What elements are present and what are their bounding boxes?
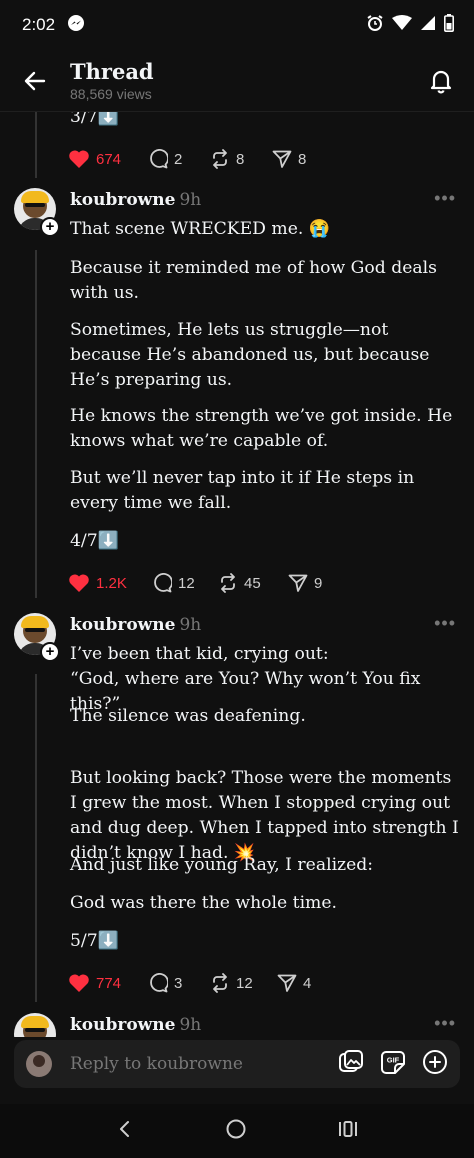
follow-plus-icon[interactable]: + — [40, 642, 60, 662]
repost-button[interactable]: 12 — [210, 973, 277, 993]
post-time: 9h — [179, 1015, 202, 1035]
wifi-icon — [392, 14, 412, 36]
plus-circle-icon — [423, 1050, 447, 1074]
reply-count: 12 — [178, 574, 195, 592]
send-icon — [272, 150, 292, 168]
repost-icon — [221, 573, 235, 593]
reply-count: 3 — [174, 974, 183, 992]
nav-back-button[interactable] — [115, 1119, 135, 1143]
like-button[interactable]: 774 — [68, 973, 148, 993]
share-count: 8 — [298, 150, 307, 168]
heart-icon — [69, 574, 89, 592]
post-paragraph: But looking back? Those were the moments… — [70, 768, 459, 863]
comment-icon — [150, 149, 168, 169]
post-username[interactable]: koubrowne — [70, 1015, 175, 1035]
share-button[interactable]: 9 — [288, 573, 322, 593]
thread-header: Thread 88,569 views — [0, 50, 474, 112]
like-button[interactable]: 674 — [68, 149, 148, 169]
nav-home-button[interactable] — [225, 1118, 247, 1144]
repost-button[interactable]: 8 — [210, 149, 272, 169]
notifications-button[interactable] — [408, 50, 474, 112]
post-username[interactable]: koubrowne — [70, 190, 175, 210]
post-username[interactable]: koubrowne — [70, 615, 175, 635]
thread-post-partial: 3/7⬇️ 674 2 8 8 — [0, 112, 474, 192]
repost-button[interactable]: 45 — [218, 573, 288, 593]
repost-icon — [213, 973, 227, 993]
post-paragraph: He knows the strength we’ve got inside. … — [70, 406, 453, 451]
thread-post: + koubrowne 9h ••• I’ve been that kid, cr… — [0, 613, 474, 1013]
send-icon — [277, 974, 297, 992]
gif-icon: GIF — [381, 1051, 405, 1074]
thread-post: + koubrowne 9h ••• That scene WRECKED me.… — [0, 188, 474, 608]
send-icon — [288, 574, 308, 592]
comment-icon — [150, 973, 168, 993]
follow-plus-icon[interactable]: + — [40, 217, 60, 237]
view-count: 88,569 views — [70, 86, 152, 102]
post-paragraph: And just like young Ray, I realized: — [70, 855, 374, 875]
avatar[interactable] — [14, 1013, 56, 1037]
reply-button[interactable]: 2 — [148, 149, 210, 169]
home-circle-icon — [226, 1119, 246, 1139]
thread-feed[interactable]: 3/7⬇️ 674 2 8 8 + koubrowne 9h ••• That … — [0, 112, 474, 1037]
more-options-icon[interactable]: ••• — [434, 1013, 456, 1034]
post-marker: 4/7⬇️ — [70, 531, 120, 551]
more-options-icon[interactable]: ••• — [434, 188, 456, 209]
bell-icon — [430, 70, 452, 93]
signal-icon — [420, 15, 436, 36]
messenger-icon — [67, 14, 85, 37]
system-nav-bar — [0, 1104, 474, 1158]
reply-count: 2 — [174, 150, 183, 168]
heart-icon — [69, 150, 89, 168]
thread-post: koubrowne 9h ••• — [0, 1013, 474, 1037]
page-title: Thread — [70, 59, 154, 84]
repost-icon — [213, 149, 227, 169]
gallery-icon — [339, 1050, 363, 1072]
repost-count: 12 — [236, 974, 253, 992]
post-time: 9h — [179, 615, 202, 635]
gallery-button[interactable] — [338, 1049, 364, 1079]
like-button[interactable]: 1.2K — [68, 573, 152, 593]
post-marker: 3/7⬇️ — [70, 112, 120, 127]
post-paragraph: The silence was deafening. — [70, 706, 306, 726]
share-count: 9 — [314, 574, 323, 592]
like-count: 774 — [96, 974, 122, 992]
like-count: 674 — [96, 150, 122, 168]
status-time: 2:02 — [22, 15, 56, 34]
post-actions: 1.2K 12 45 9 — [68, 571, 322, 595]
gif-button[interactable]: GIF — [380, 1049, 406, 1079]
arrow-left-icon — [24, 71, 46, 90]
post-actions: 674 2 8 8 — [68, 147, 306, 171]
back-button[interactable] — [0, 50, 70, 112]
nav-recents-button[interactable] — [337, 1118, 359, 1144]
heart-icon — [69, 974, 89, 992]
share-button[interactable]: 8 — [272, 149, 306, 169]
post-marker: 5/7⬇️ — [70, 931, 120, 951]
add-button[interactable] — [422, 1049, 448, 1079]
gif-label: GIF — [387, 1056, 400, 1065]
repost-count: 45 — [244, 574, 261, 592]
share-count: 4 — [303, 974, 312, 992]
reply-button[interactable]: 3 — [148, 973, 210, 993]
alarm-icon — [366, 14, 384, 37]
like-count: 1.2K — [96, 574, 127, 592]
post-paragraph: Because it reminded me of how God deals … — [70, 258, 437, 303]
share-button[interactable]: 4 — [277, 973, 311, 993]
status-bar: 2:02 — [0, 0, 474, 50]
battery-icon — [444, 13, 454, 37]
repost-count: 8 — [236, 150, 245, 168]
comment-icon — [154, 573, 172, 593]
post-time: 9h — [179, 190, 202, 210]
post-paragraph: That scene WRECKED me. 😭 — [70, 219, 331, 239]
my-avatar — [26, 1051, 52, 1077]
post-actions: 774 3 12 4 — [68, 971, 311, 995]
post-paragraph: But we’ll never tap into it if He steps … — [70, 468, 415, 513]
more-options-icon[interactable]: ••• — [434, 613, 456, 634]
recents-icon — [339, 1121, 357, 1137]
reply-button[interactable]: 12 — [152, 573, 218, 593]
reply-composer: GIF — [14, 1040, 460, 1088]
post-paragraph: Sometimes, He lets us struggle—not becau… — [70, 320, 430, 390]
reply-input[interactable] — [70, 1054, 320, 1074]
post-paragraph: God was there the whole time. — [70, 893, 337, 913]
chevron-left-icon — [120, 1121, 129, 1137]
